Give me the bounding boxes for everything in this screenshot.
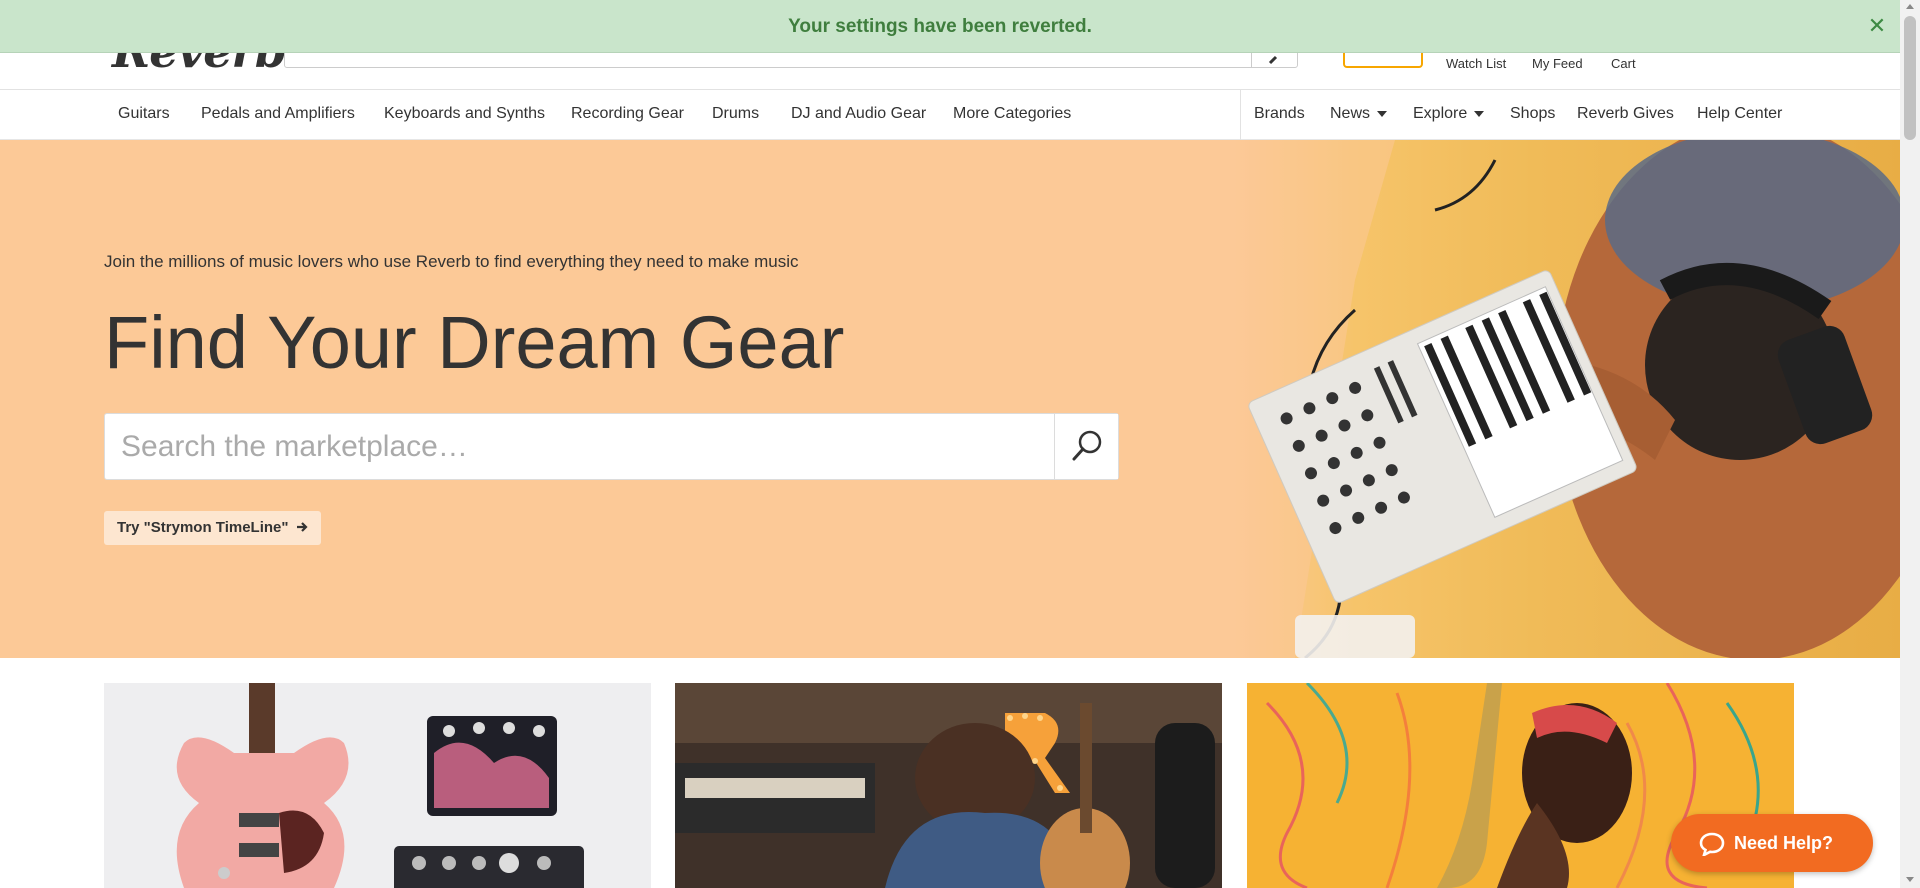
hero-image <box>1235 140 1900 658</box>
need-help-button[interactable]: Need Help? <box>1671 814 1873 872</box>
nav-brands[interactable]: Brands <box>1254 105 1305 123</box>
nav-drums[interactable]: Drums <box>712 105 759 123</box>
scroll-down-arrow[interactable] <box>1906 877 1914 882</box>
scroll-up-arrow[interactable] <box>1906 4 1914 9</box>
feature-card-studio[interactable] <box>675 683 1222 888</box>
need-help-label: Need Help? <box>1734 833 1834 853</box>
notification-banner: Your settings have been reverted. ✕ <box>0 0 1900 53</box>
close-icon[interactable]: ✕ <box>1866 15 1888 37</box>
chevron-down-icon <box>1474 110 1485 117</box>
nav-news[interactable]: News <box>1330 105 1388 123</box>
chat-bubble-icon <box>1699 832 1725 856</box>
scroll-thumb[interactable] <box>1904 16 1916 140</box>
hero-tagline: Join the millions of music lovers who us… <box>104 252 799 271</box>
cart-link[interactable]: Cart <box>1611 56 1636 71</box>
hero-search-input[interactable] <box>105 414 1055 479</box>
nav-help-center[interactable]: Help Center <box>1697 105 1782 123</box>
notification-message: Your settings have been reverted. <box>788 16 1092 37</box>
watch-list-link[interactable]: Watch List <box>1446 56 1506 71</box>
nav-pedals-and-amplifiers[interactable]: Pedals and Amplifiers <box>201 105 355 123</box>
nav-guitars[interactable]: Guitars <box>118 105 170 123</box>
hero-section: Join the millions of music lovers who us… <box>0 140 1900 658</box>
try-suggestion-button[interactable]: Try "Strymon TimeLine" <box>104 511 321 545</box>
chevron-down-icon <box>1377 110 1388 117</box>
search-icon <box>1072 430 1102 461</box>
nav-shops[interactable]: Shops <box>1510 105 1555 123</box>
my-feed-link[interactable]: My Feed <box>1532 56 1583 71</box>
arrow-right-icon <box>296 522 308 532</box>
try-suggestion-label: Try "Strymon TimeLine" <box>117 519 289 536</box>
nav-divider <box>1240 90 1241 140</box>
card-image <box>675 683 1222 888</box>
nav-news-label: News <box>1330 105 1371 122</box>
page-scrollbar[interactable] <box>1900 0 1920 888</box>
nav-recording-gear[interactable]: Recording Gear <box>571 105 684 123</box>
nav-explore[interactable]: Explore <box>1413 105 1485 123</box>
hero-illustration <box>1235 140 1900 658</box>
hero-search-bar <box>104 413 1119 480</box>
nav-keyboards-and-synths[interactable]: Keyboards and Synths <box>384 105 545 123</box>
feature-card-guitars-pedals[interactable] <box>104 683 651 888</box>
nav-dj-and-audio-gear[interactable]: DJ and Audio Gear <box>791 105 926 123</box>
nav-explore-label: Explore <box>1413 105 1468 122</box>
nav-reverb-gives[interactable]: Reverb Gives <box>1577 105 1674 123</box>
card-image <box>104 683 651 888</box>
nav-more-categories[interactable]: More Categories <box>953 105 1071 123</box>
hero-title: Find Your Dream Gear <box>104 301 845 384</box>
category-nav: Guitars Pedals and Amplifiers Keyboards … <box>0 90 1900 140</box>
hero-search-button[interactable] <box>1054 414 1118 479</box>
